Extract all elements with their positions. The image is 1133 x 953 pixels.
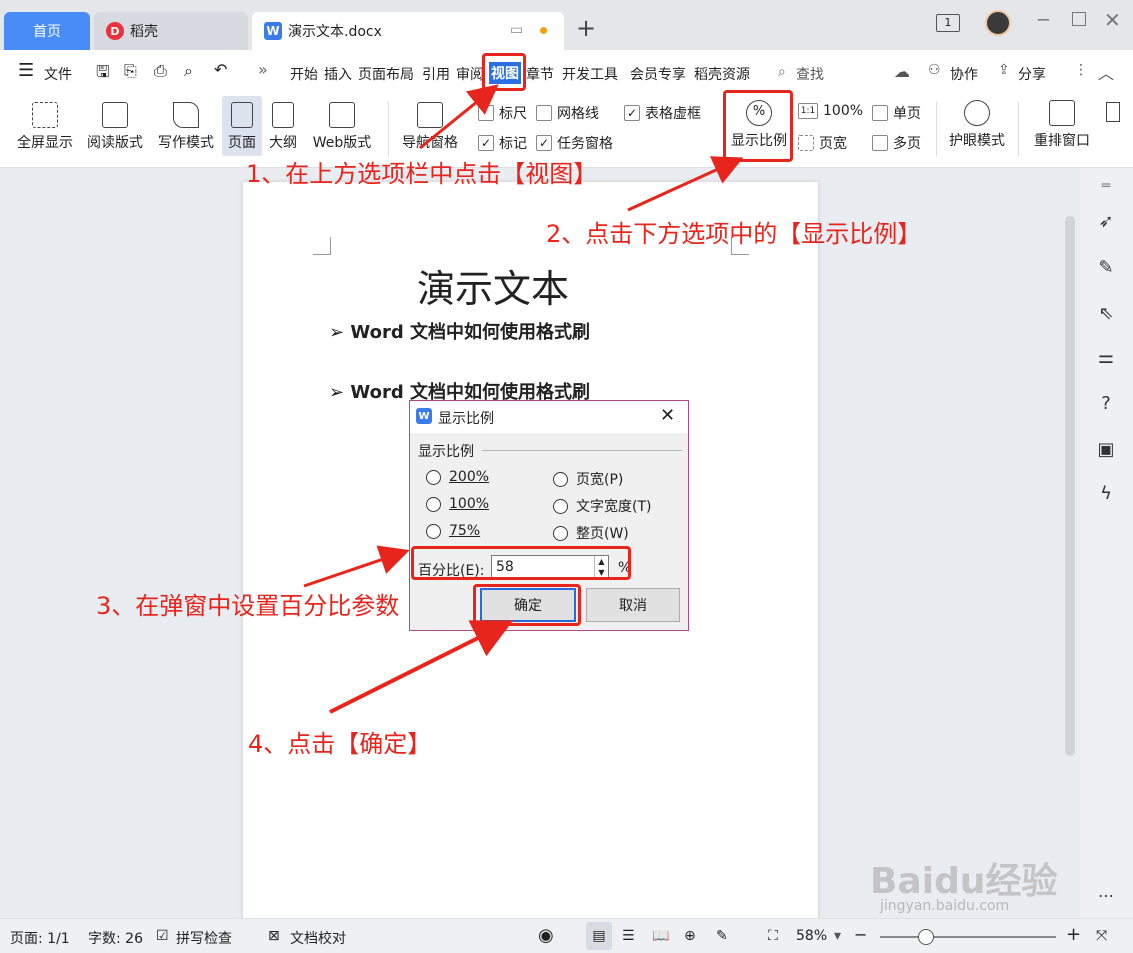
annotation-arrows <box>303 84 744 714</box>
arrow-step3 <box>303 545 410 588</box>
annotation-step1: 1、在上方选项栏中点击【视图】 <box>246 160 598 188</box>
watermark-logo: Baidu经验 <box>870 861 1058 902</box>
arrow-step2 <box>627 156 744 212</box>
arrow-step4 <box>329 620 514 714</box>
annotation-step2: 2、点击下方选项中的【显示比例】 <box>546 220 922 248</box>
annotation-step3: 3、在弹窗中设置百分比参数 <box>96 592 400 620</box>
annotation-step4: 4、点击【确定】 <box>248 730 432 758</box>
watermark-url: jingyan.baidu.com <box>880 898 1010 914</box>
arrow-step1 <box>419 84 499 150</box>
